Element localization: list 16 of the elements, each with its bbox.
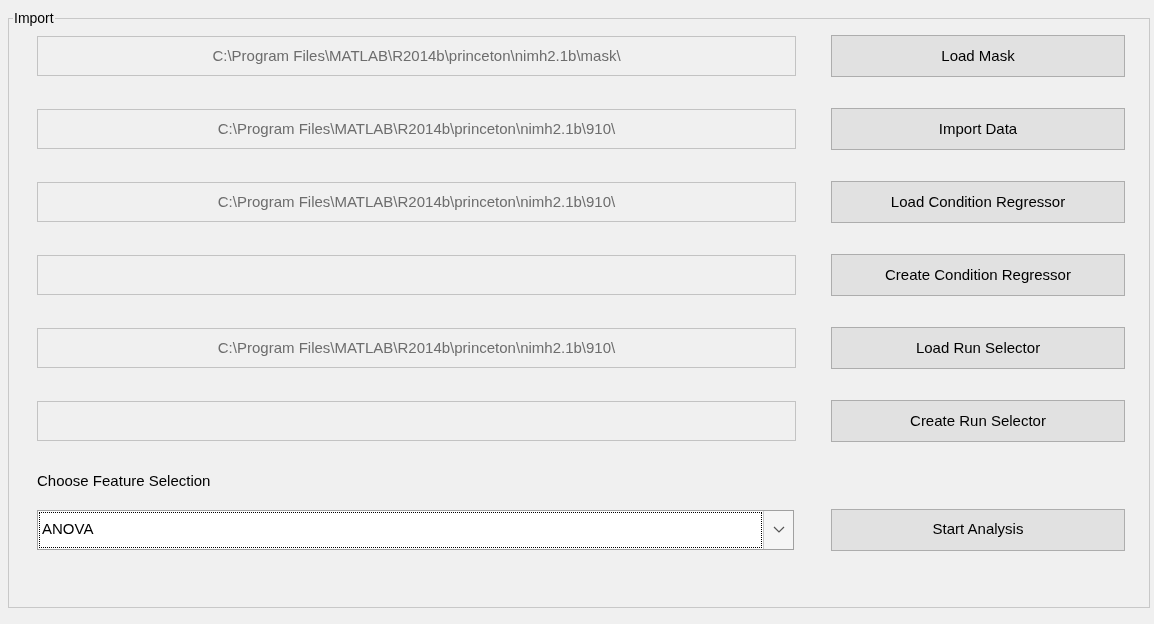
start-analysis-button[interactable]: Start Analysis [831, 508, 1125, 551]
action-button[interactable]: Create Condition Regressor [831, 254, 1125, 296]
path-field[interactable]: C:\Program Files\MATLAB\R2014b\princeton\nimh2.1b\910\ [37, 109, 796, 149]
action-button[interactable]: Create Run Selector [831, 400, 1125, 442]
chevron-down-icon [772, 525, 785, 534]
path-field[interactable] [37, 401, 796, 441]
action-button[interactable]: Import Data [831, 108, 1125, 150]
action-button[interactable]: Load Condition Regressor [831, 181, 1125, 223]
path-field[interactable]: C:\Program Files\MATLAB\R2014b\princeton\nimh2.1b\910\ [37, 328, 796, 368]
action-button[interactable]: Load Run Selector [831, 327, 1125, 369]
path-field[interactable]: C:\Program Files\MATLAB\R2014b\princeton\nimh2.1b\mask\ [37, 36, 796, 76]
feature-selection-dropdown[interactable]: ANOVA [37, 509, 794, 550]
path-field[interactable]: C:\Program Files\MATLAB\R2014b\princeton\nimh2.1b\910\ [37, 182, 796, 222]
path-field[interactable] [37, 255, 796, 295]
action-button[interactable]: Load Mask [831, 35, 1125, 77]
feature-selection-label: Choose Feature Selection [37, 471, 212, 491]
